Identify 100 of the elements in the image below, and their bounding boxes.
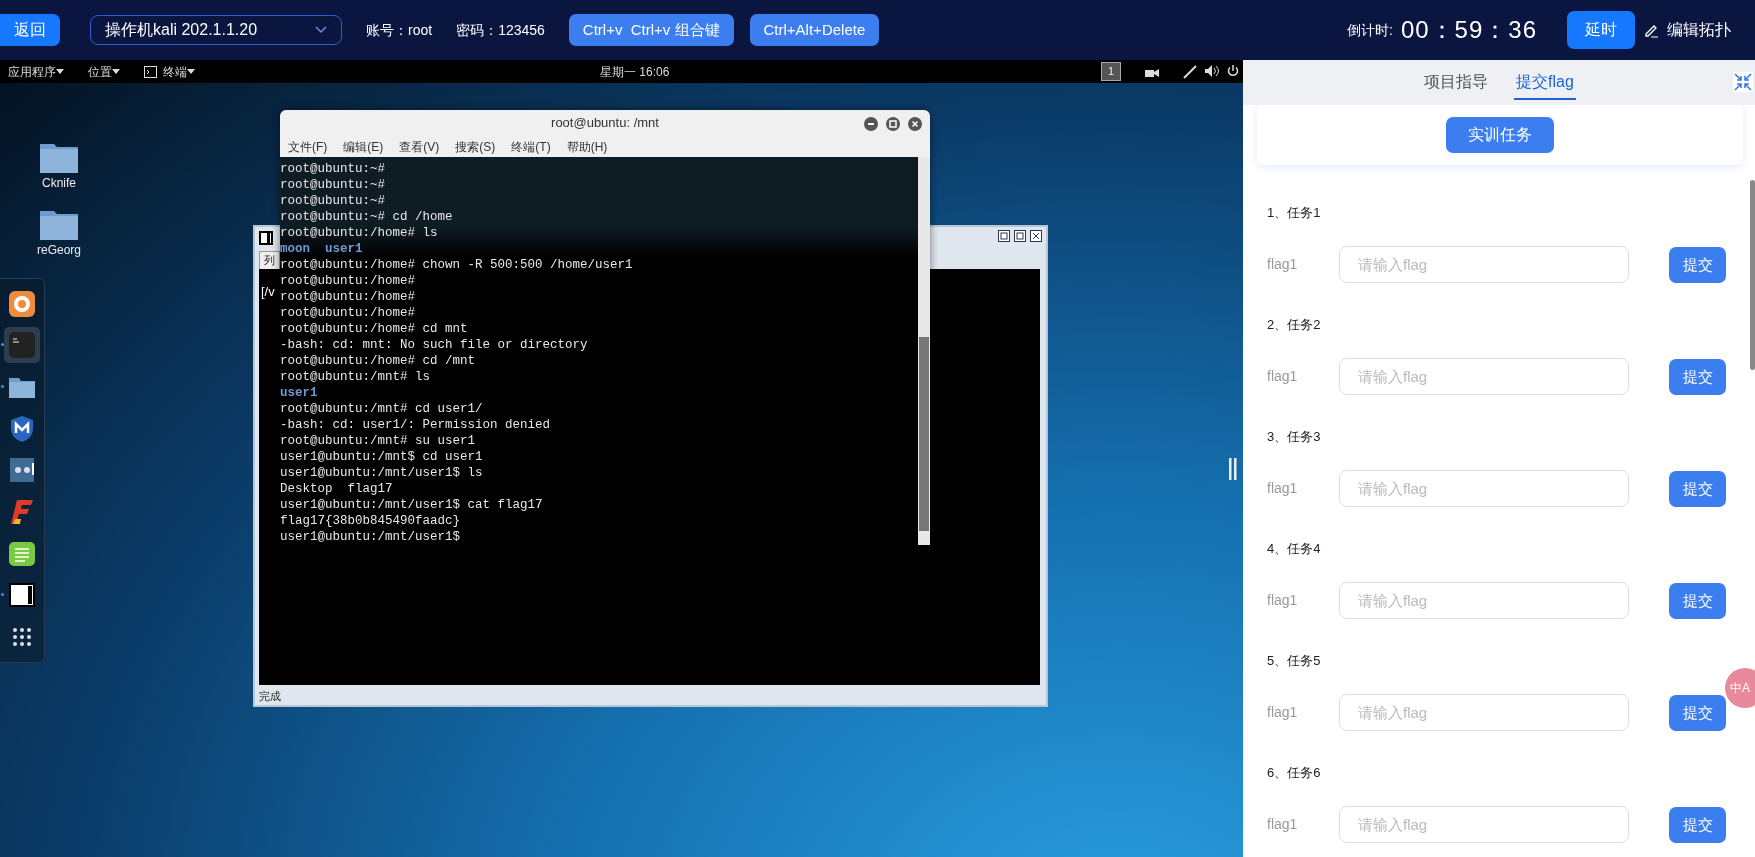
restore-icon[interactable]	[998, 230, 1010, 242]
task-title: 4、任务4	[1267, 539, 1322, 558]
menu-item[interactable]: 查看(V)	[399, 137, 440, 156]
terminal-line: root@ubuntu:/mnt# ls	[280, 369, 432, 385]
menu-item[interactable]: 帮助(H)	[566, 137, 608, 156]
terminal-line: -bash: cd: user1/: Permission denied	[280, 417, 552, 433]
flag-label: flag1	[1267, 591, 1299, 611]
maximize-icon[interactable]	[1014, 230, 1026, 242]
caret-icon	[56, 69, 64, 74]
flag-label: flag1	[1267, 479, 1299, 499]
panel-tab[interactable]: 提交flag	[1514, 65, 1576, 100]
terminal-line: root@ubuntu:/home# chown -R 500:500 /home/user1	[280, 257, 634, 273]
submit-button[interactable]: 提交	[1669, 246, 1726, 283]
browser-icon	[7, 288, 37, 319]
flag-label: flag1	[1267, 815, 1299, 835]
terminal-line: root@ubuntu:/home#	[280, 305, 417, 321]
menu-item[interactable]: 终端(T)	[511, 137, 551, 156]
network-icon[interactable]	[1183, 64, 1197, 79]
flag-input[interactable]: 请输入flag	[1339, 582, 1629, 620]
task-title: 3、任务3	[1267, 427, 1322, 446]
task-title: 1、任务1	[1267, 203, 1322, 222]
flag-input[interactable]: 请输入flag	[1339, 694, 1629, 732]
countdown-timer: 00：59：36	[1400, 15, 1537, 45]
training-task-button[interactable]: 实训任务	[1446, 117, 1554, 153]
flag-input[interactable]: 请输入flag	[1339, 358, 1629, 396]
menu-item[interactable]: 搜索(S)	[455, 137, 496, 156]
maximize-icon[interactable]	[886, 117, 900, 131]
terminal-line: root@ubuntu:/mnt# cd user1/	[280, 401, 484, 417]
flag-label: flag1	[1267, 703, 1299, 723]
account-label: 账号：root	[366, 20, 433, 40]
terminal-line: user1@ubuntu:/mnt/user1$	[280, 529, 462, 545]
menu-item[interactable]: 文件(F)	[288, 137, 328, 156]
terminal-line: root@ubuntu:~# cd /home	[280, 209, 454, 225]
flag-input[interactable]: 请输入flag	[1339, 806, 1629, 844]
submit-button[interactable]: 提交	[1669, 806, 1726, 843]
terminal-line: root@ubuntu:~#	[280, 193, 387, 209]
submit-button[interactable]: 提交	[1669, 358, 1726, 395]
terminal-line: flag17{38b0b845490faadc}	[280, 513, 462, 529]
machine-select[interactable]: 操作机kali 202.1.1.20	[90, 15, 342, 45]
scrollbar-thumb[interactable]	[1750, 180, 1755, 370]
terminal-line: user1@ubuntu:/mnt/user1$ ls	[280, 465, 484, 481]
terminal-line: user1	[280, 385, 319, 401]
caret-icon	[315, 26, 327, 34]
task-title: 2、任务2	[1267, 315, 1322, 334]
close-icon[interactable]	[908, 117, 922, 131]
terminal-icon	[144, 65, 157, 78]
submit-button[interactable]: 提交	[1669, 470, 1726, 507]
key-combo-button[interactable]: Ctrl+v Ctrl+v 组合键	[568, 13, 734, 47]
terminal-line: root@ubuntu:/mnt# su user1	[280, 433, 477, 449]
terminal-line: user1@ubuntu:/mnt/user1$ cat flag17	[280, 497, 544, 513]
power-icon[interactable]	[1227, 64, 1239, 77]
desktop-icon-label[interactable]: Cknife	[42, 174, 76, 192]
caret-icon	[112, 69, 120, 74]
panel-menu[interactable]: 应用程序	[8, 62, 64, 81]
flag-label: flag1	[1267, 255, 1299, 275]
terminal-icon	[7, 330, 37, 361]
terminal-line: Desktop flag17	[280, 481, 394, 497]
clock-label: 星期一 16:06	[600, 63, 670, 81]
countdown-label: 倒计时:	[1347, 20, 1393, 40]
delay-button[interactable]: 延时	[1567, 11, 1635, 49]
window-icon	[259, 231, 273, 245]
menu-item[interactable]: 编辑(E)	[343, 137, 384, 156]
camera-icon[interactable]	[1145, 66, 1159, 77]
terminal-line: root@ubuntu:/home#	[280, 289, 417, 305]
flag-label: flag1	[1267, 367, 1299, 387]
panel-menu[interactable]: 位置	[88, 62, 120, 81]
close-icon[interactable]	[1030, 230, 1042, 242]
key-combo-button[interactable]: Ctrl+Alt+Delete	[749, 13, 880, 47]
minimize-icon[interactable]	[864, 117, 878, 131]
submit-button[interactable]: 提交	[1669, 582, 1726, 619]
workspace-indicator[interactable]: 1	[1100, 62, 1121, 81]
terminal-line: moon user1	[280, 241, 364, 257]
terminal-line: root@ubuntu:/home# cd mnt	[280, 321, 469, 337]
flag-input[interactable]: 请输入flag	[1339, 470, 1629, 508]
terminal-line: root@ubuntu:~#	[280, 161, 387, 177]
submit-button[interactable]: 提交	[1669, 694, 1726, 731]
terminal-line: root@ubuntu:/home#	[280, 273, 417, 289]
drag-handle-icon[interactable]	[1229, 458, 1237, 480]
terminal-line: root@ubuntu:/home# ls	[280, 225, 439, 241]
task-title: 6、任务6	[1267, 763, 1322, 782]
terminal-line: -bash: cd: mnt: No such file or directory	[280, 337, 589, 353]
flag-input[interactable]: 请输入flag	[1339, 246, 1629, 284]
volume-icon[interactable]	[1205, 64, 1219, 77]
collapse-icon[interactable]	[1733, 72, 1753, 92]
caret-icon	[187, 69, 195, 74]
terminal-text: [/v	[261, 283, 275, 301]
panel-menu[interactable]: 终端	[144, 62, 195, 81]
window-title: root@ubuntu: /mnt	[551, 114, 659, 133]
scrollbar[interactable]	[918, 157, 930, 545]
panel-tab[interactable]: 项目指导	[1422, 65, 1491, 100]
back-button[interactable]: 返回	[0, 14, 60, 46]
edit-topology-link[interactable]: 编辑拓扑	[1667, 18, 1731, 42]
window-tab[interactable]: 列	[259, 251, 280, 270]
desktop-icon-label[interactable]: reGeorg	[37, 241, 81, 259]
terminal-line: user1@ubuntu:/mnt$ cd user1	[280, 449, 484, 465]
terminal-line: root@ubuntu:~#	[280, 177, 387, 193]
terminal-line: root@ubuntu:/home# cd /mnt	[280, 353, 477, 369]
task-title: 5、任务5	[1267, 651, 1322, 670]
status-text: 完成	[259, 688, 281, 704]
password-label: 密码：123456	[456, 20, 545, 40]
